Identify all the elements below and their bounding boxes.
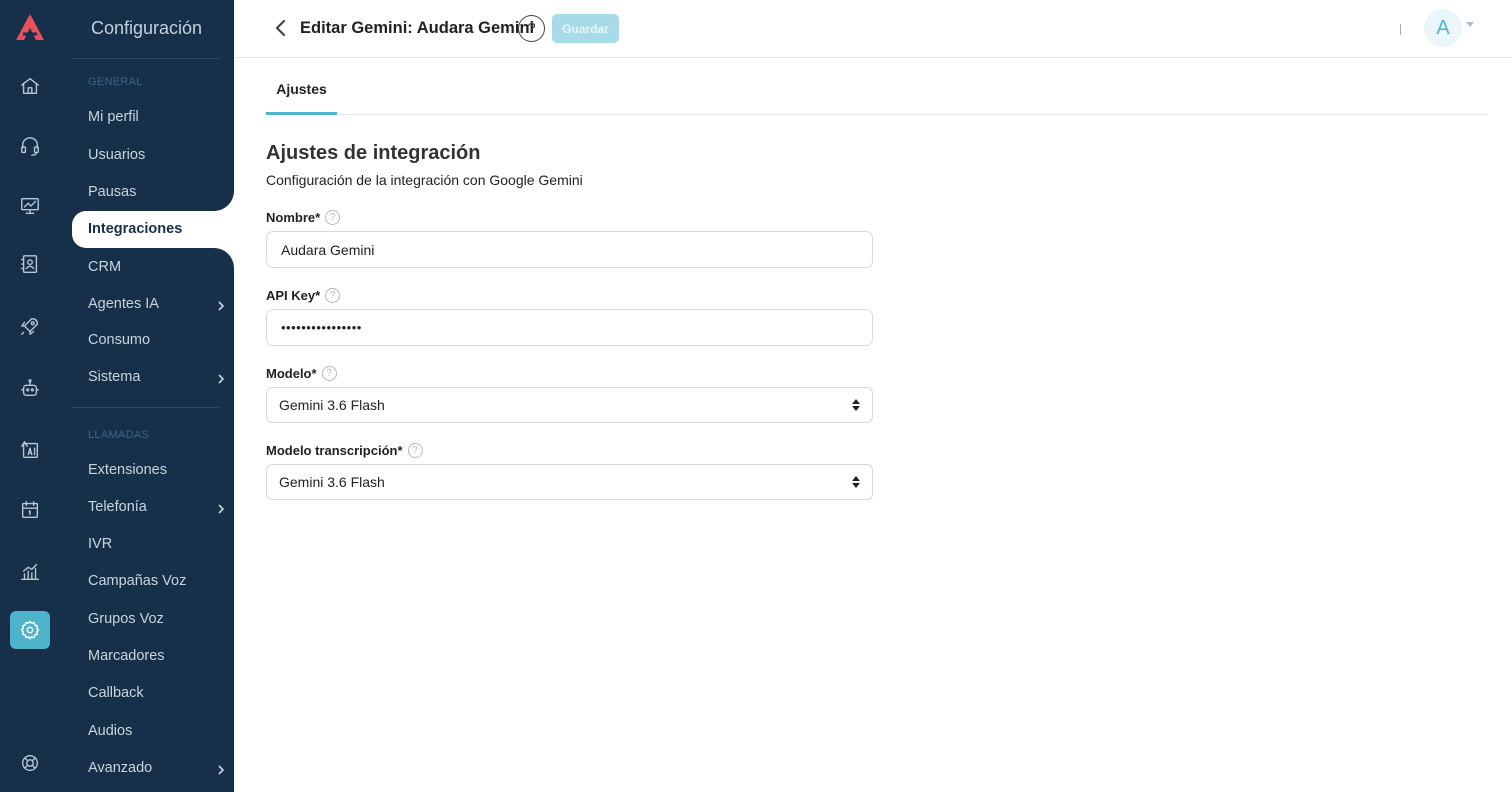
active-tab-notch: [214, 191, 234, 211]
sidebar-item-label: CRM: [88, 259, 122, 275]
rocket-icon[interactable]: [10, 307, 50, 345]
section-llamadas: LLAMADAS: [88, 429, 150, 441]
label-text: API Key*: [266, 288, 321, 303]
sidebar-item-integraciones[interactable]: Integraciones: [72, 211, 234, 248]
sidebar-item-label: Campañas Voz: [88, 573, 187, 589]
sidebar-item-avanzado[interactable]: Avanzado: [88, 756, 228, 780]
contacts-book-icon[interactable]: [10, 245, 50, 283]
chevron-down-icon[interactable]: [1466, 22, 1474, 27]
apikey-label: API Key* ?: [266, 288, 341, 303]
transcription-model-label: Modelo transcripción* ?: [266, 443, 423, 458]
headset-icon[interactable]: [10, 127, 50, 165]
sidebar-item-mi-perfil[interactable]: Mi perfil: [88, 105, 228, 129]
tab-ajustes[interactable]: Ajustes: [266, 70, 337, 115]
sidebar-item-agentes-ia[interactable]: Agentes IA: [88, 292, 228, 316]
divider: [71, 58, 219, 59]
model-label: Modelo* ?: [266, 366, 337, 381]
ai-icon[interactable]: [10, 431, 50, 469]
sidebar-item-label: Agentes IA: [88, 296, 159, 312]
monitor-icon[interactable]: [10, 187, 50, 225]
sidebar-item-consumo[interactable]: Consumo: [88, 328, 228, 352]
model-select[interactable]: Gemini 3.6 Flash: [266, 387, 873, 423]
sidebar-item-label: Avanzado: [88, 760, 153, 776]
sidebar-item-campanas-voz[interactable]: Campañas Voz: [88, 569, 228, 593]
sidebar-item-label: Telefonía: [88, 499, 147, 515]
sidebar-item-label: Usuarios: [88, 147, 146, 163]
sidebar-item-marcadores[interactable]: Marcadores: [88, 644, 228, 668]
divider: [1400, 24, 1401, 35]
chevron-right-icon: [216, 372, 226, 384]
sidebar-item-audios[interactable]: Audios: [88, 719, 228, 743]
help-icon[interactable]: ?: [407, 443, 423, 458]
section-title: Ajustes de integración: [266, 142, 481, 164]
section-subtitle: Configuración de la integración con Goog…: [266, 172, 583, 188]
name-field[interactable]: [266, 231, 873, 268]
sidebar-item-label: Callback: [88, 685, 144, 701]
sidebar-item-crm[interactable]: CRM: [88, 255, 228, 279]
help-icon[interactable]: ?: [325, 288, 341, 303]
api-key-field[interactable]: [266, 309, 873, 346]
page-title: Editar Gemini: Audara Gemini: [300, 19, 535, 37]
select-value: Gemini 3.6 Flash: [279, 397, 385, 413]
sidebar-item-extensiones[interactable]: Extensiones: [88, 458, 228, 482]
select-value: Gemini 3.6 Flash: [279, 474, 385, 490]
save-button[interactable]: Guardar: [552, 14, 619, 43]
transcription-model-select[interactable]: Gemini 3.6 Flash: [266, 464, 873, 500]
sidebar-item-label: Mi perfil: [88, 109, 139, 125]
name-label: Nombre* ?: [266, 210, 341, 225]
robot-icon[interactable]: [10, 369, 50, 407]
settings-sidebar: Configuración GENERAL Mi perfil Usuarios…: [60, 0, 234, 792]
sidebar-item-label: Integraciones: [88, 221, 183, 237]
divider: [71, 407, 219, 408]
help-button[interactable]: ?: [518, 15, 545, 42]
sidebar-item-telefonia[interactable]: Telefonía: [88, 495, 228, 519]
help-icon[interactable]: ?: [321, 366, 337, 381]
select-arrows-icon: [852, 476, 860, 490]
select-arrows-icon: [852, 399, 860, 413]
sidebar-item-label: Grupos Voz: [88, 611, 164, 627]
sidebar-item-label: IVR: [88, 536, 113, 552]
sidebar-item-label: Sistema: [88, 369, 141, 385]
label-text: Modelo*: [266, 366, 317, 381]
audara-logo-icon[interactable]: [14, 12, 46, 42]
tab-bar: Ajustes: [266, 70, 1488, 115]
sidebar-item-callback[interactable]: Callback: [88, 681, 228, 705]
sidebar-item-label: Consumo: [88, 332, 151, 348]
sidebar-item-ivr[interactable]: IVR: [88, 532, 228, 556]
top-header: Editar Gemini: Audara Gemini ? Guardar A: [234, 0, 1512, 58]
help-icon[interactable]: ?: [325, 210, 341, 225]
support-icon[interactable]: [10, 744, 50, 782]
chevron-right-icon: [216, 502, 226, 514]
sidebar-item-label: Extensiones: [88, 462, 167, 478]
label-text: Nombre*: [266, 210, 321, 225]
sidebar-item-label: Marcadores: [88, 648, 165, 664]
back-arrow-icon[interactable]: [274, 18, 290, 40]
calendar-icon[interactable]: [10, 491, 50, 529]
chevron-right-icon: [216, 763, 226, 775]
icon-rail: [0, 0, 60, 792]
active-tab-notch: [214, 248, 234, 268]
chevron-right-icon: [216, 299, 226, 311]
gear-icon[interactable]: [10, 611, 50, 649]
chart-icon[interactable]: [10, 553, 50, 591]
sidebar-item-grupos-voz[interactable]: Grupos Voz: [88, 607, 228, 631]
sidebar-title: Configuración: [91, 18, 203, 38]
section-general: GENERAL: [88, 76, 143, 88]
label-text: Modelo transcripción*: [266, 443, 403, 458]
sidebar-item-label: Pausas: [88, 184, 137, 200]
avatar[interactable]: A: [1424, 9, 1462, 47]
sidebar-item-label: Audios: [88, 723, 133, 739]
home-icon[interactable]: [10, 67, 50, 105]
sidebar-item-sistema[interactable]: Sistema: [88, 365, 228, 389]
sidebar-item-usuarios[interactable]: Usuarios: [88, 143, 228, 167]
sidebar-item-pausas[interactable]: Pausas: [88, 180, 228, 204]
